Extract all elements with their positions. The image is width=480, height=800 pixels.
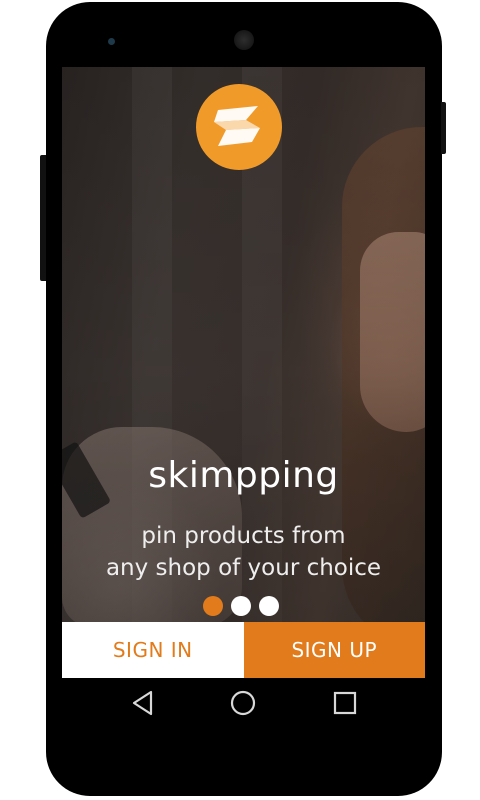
page-dot-3[interactable]: [259, 596, 279, 616]
earpiece-speaker: [234, 30, 254, 50]
skimpping-logo-icon: [196, 84, 282, 170]
tagline-line-1: pin products from: [141, 523, 346, 549]
sign-up-button[interactable]: SIGN UP: [243, 622, 425, 678]
app-title: skimpping: [148, 455, 339, 496]
app-screen: skimpping pin products from any shop of …: [62, 67, 425, 678]
tagline-line-2: any shop of your choice: [105, 555, 382, 581]
back-triangle-icon[interactable]: [130, 689, 158, 717]
sign-in-button[interactable]: SIGN IN: [62, 622, 244, 678]
auth-buttons: SIGN IN SIGN UP: [62, 622, 425, 678]
front-camera: [108, 38, 115, 45]
page-indicator: [203, 596, 285, 618]
page-dot-2[interactable]: [231, 596, 251, 616]
app-tagline: pin products from any shop of your choic…: [62, 520, 425, 584]
power-button: [441, 102, 446, 154]
page-dot-1[interactable]: [203, 596, 223, 616]
recents-square-icon[interactable]: [331, 689, 359, 717]
home-circle-icon[interactable]: [229, 689, 257, 717]
android-nav-bar: [62, 678, 425, 728]
